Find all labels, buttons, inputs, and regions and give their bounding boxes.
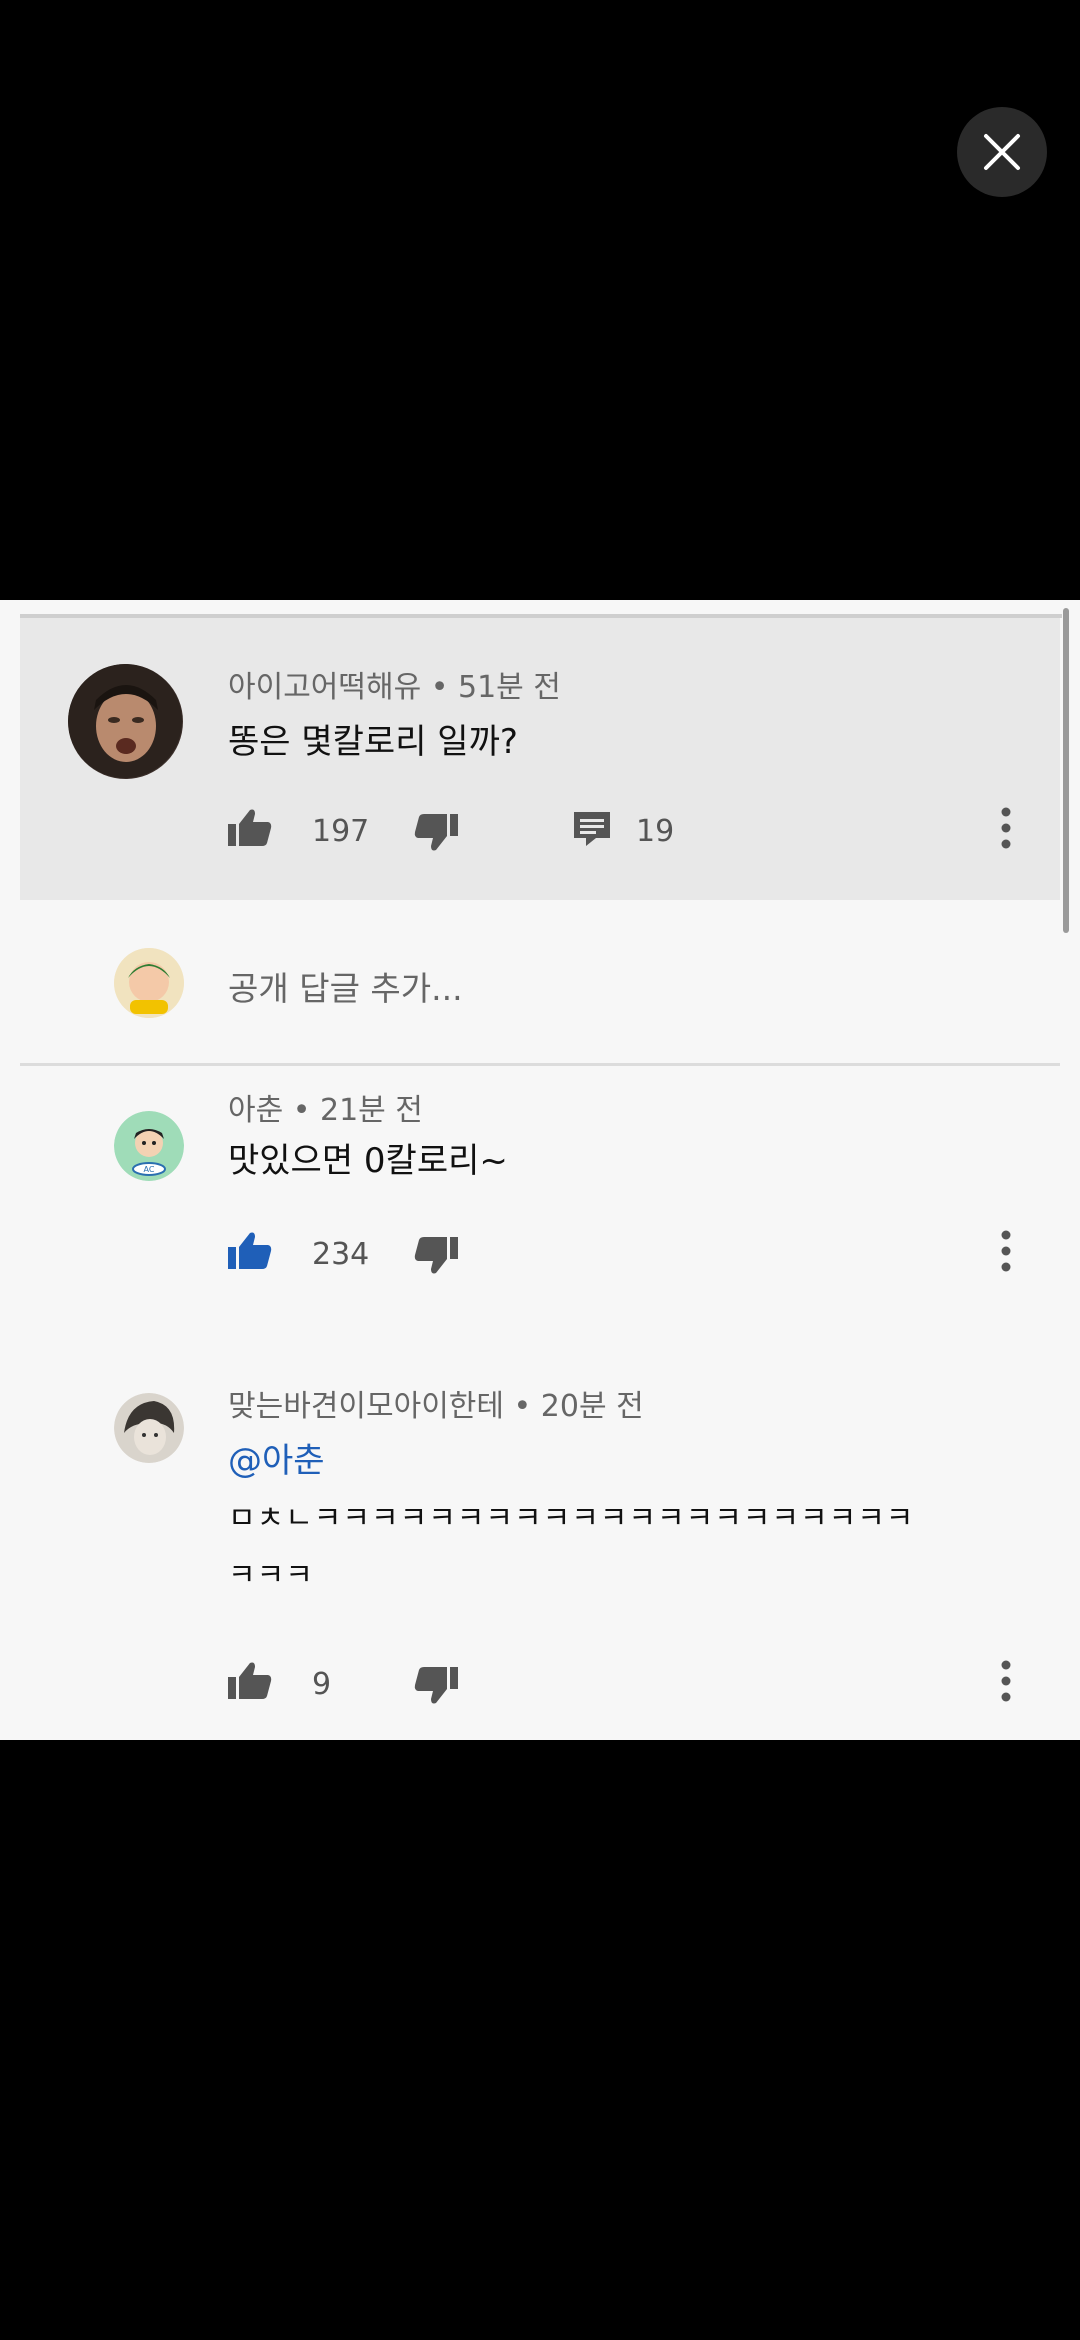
comment-text-line: ㅁㅊㄴㅋㅋㅋㅋㅋㅋㅋㅋㅋㅋㅋㅋㅋㅋㅋㅋㅋㅋㅋㅋㅋ (228, 1501, 915, 1536)
like-button[interactable] (228, 808, 272, 852)
close-icon (984, 134, 1020, 170)
mention-link[interactable]: @아춘 (228, 1433, 325, 1482)
thumbs-down-icon (414, 1667, 458, 1704)
avatar[interactable]: AC (114, 1111, 184, 1181)
svg-text:AC: AC (144, 1165, 155, 1174)
reply-input[interactable]: 공개 답글 추가... (228, 962, 463, 1010)
thumbs-up-icon (228, 1232, 272, 1269)
more-button[interactable] (1000, 1229, 1012, 1277)
comment-time: 51분 전 (458, 670, 561, 705)
more-vert-icon (1001, 807, 1011, 849)
like-count: 9 (312, 1667, 332, 1702)
thumbs-up-icon (228, 809, 272, 846)
thumbs-down-icon (414, 1237, 458, 1274)
reply-count: 19 (636, 814, 675, 849)
more-vert-icon (1001, 1660, 1011, 1702)
like-button[interactable] (228, 1661, 272, 1705)
comment-item: 맞는바견이모아이한테 • 20분 전 @아춘 ㅁㅊㄴㅋㅋㅋㅋㅋㅋㅋㅋㅋㅋㅋㅋㅋㅋ… (20, 1345, 1060, 1740)
comment-text-line: ㅋㅋㅋ (228, 1558, 314, 1593)
thumbs-down-icon (414, 814, 458, 851)
comment-time: 21분 전 (320, 1093, 423, 1128)
scrollbar[interactable] (1063, 608, 1069, 933)
meta-separator: • (292, 1093, 311, 1128)
comments-screenshot: 아이고어떡해유 • 51분 전 똥은 몇칼로리 일까? 197 19 공개 답글… (0, 600, 1080, 1740)
reply-input-row[interactable]: 공개 답글 추가... (20, 920, 1060, 1040)
meta-separator: • (513, 1389, 532, 1424)
close-button[interactable] (957, 107, 1047, 197)
comment-actions: 197 19 (228, 800, 1028, 860)
comment-time: 20분 전 (540, 1389, 644, 1424)
meta-separator: • (430, 670, 449, 705)
reply-icon (574, 812, 610, 846)
like-count: 197 (312, 814, 370, 849)
more-button[interactable] (1000, 806, 1012, 854)
comment-item: AC 아춘 • 21분 전 맛있으면 0칼로리~ 234 (20, 1065, 1060, 1315)
comment-author[interactable]: 아춘 (228, 1093, 283, 1128)
thumbs-up-icon (228, 1662, 272, 1699)
comment-actions: 9 (228, 1653, 1028, 1713)
avatar[interactable] (114, 1393, 184, 1463)
dislike-button[interactable] (414, 1665, 458, 1709)
dislike-button[interactable] (414, 812, 458, 856)
more-button[interactable] (1000, 1659, 1012, 1707)
avatar[interactable] (68, 664, 183, 779)
reply-button[interactable] (572, 810, 612, 852)
comment-text: 맛있으면 0칼로리~ (228, 1141, 508, 1181)
comment-item: 아이고어떡해유 • 51분 전 똥은 몇칼로리 일까? 197 19 (20, 618, 1060, 900)
like-button[interactable] (228, 1231, 272, 1275)
comment-author[interactable]: 맞는바견이모아이한테 (228, 1389, 504, 1424)
comment-actions: 234 (228, 1223, 1028, 1283)
like-count: 234 (312, 1237, 370, 1272)
avatar (114, 948, 184, 1018)
more-vert-icon (1001, 1230, 1011, 1272)
dislike-button[interactable] (414, 1235, 458, 1279)
comment-author[interactable]: 아이고어떡해유 (228, 670, 421, 705)
comment-text: 똥은 몇칼로리 일까? (228, 722, 518, 762)
